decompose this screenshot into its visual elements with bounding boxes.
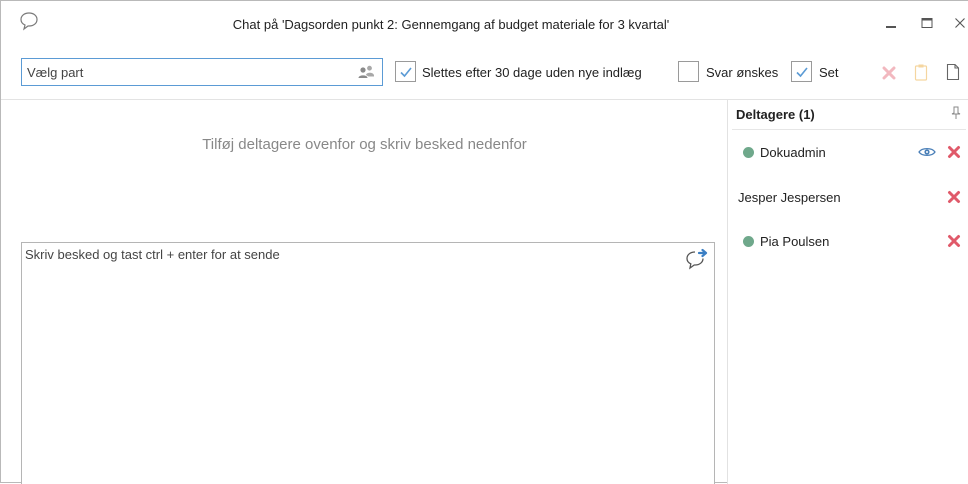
document-icon[interactable] bbox=[945, 63, 961, 81]
minimize-icon bbox=[886, 26, 896, 28]
reply-wanted-label: Svar ønskes bbox=[706, 65, 779, 80]
minimize-button[interactable] bbox=[877, 11, 905, 35]
participant-row[interactable]: Jesper Jespersen bbox=[728, 187, 968, 211]
participant-name: Pia Poulsen bbox=[760, 234, 830, 249]
eye-icon bbox=[918, 147, 936, 157]
people-icon[interactable] bbox=[356, 64, 376, 80]
participant-row[interactable]: Dokuadmin bbox=[728, 142, 968, 166]
online-status-icon bbox=[743, 147, 754, 158]
window-title: Chat på 'Dagsorden punkt 2: Gennemgang a… bbox=[232, 17, 670, 32]
empty-hint: Tilføj deltagere ovenfor og skriv besked… bbox=[202, 136, 527, 153]
remove-participant-icon[interactable] bbox=[946, 233, 962, 249]
message-box[interactable] bbox=[21, 242, 715, 484]
checkmark-icon bbox=[399, 66, 412, 77]
message-input[interactable] bbox=[25, 247, 675, 467]
maximize-icon bbox=[921, 18, 933, 28]
close-icon bbox=[955, 18, 965, 28]
participants-panel: Deltagere (1) Dokuadmin Jesper Jespersen bbox=[727, 100, 968, 484]
clipboard-icon[interactable] bbox=[913, 63, 929, 81]
reply-wanted-checkbox[interactable] bbox=[678, 61, 699, 82]
party-input[interactable] bbox=[27, 59, 347, 85]
close-button[interactable] bbox=[949, 11, 968, 35]
delete-after-label: Slettes efter 30 dage uden nye indlæg bbox=[422, 65, 642, 80]
panel-divider bbox=[732, 129, 966, 130]
participant-name: Dokuadmin bbox=[760, 145, 826, 160]
chat-window: Chat på 'Dagsorden punkt 2: Gennemgang a… bbox=[0, 0, 968, 484]
seen-checkbox[interactable] bbox=[791, 61, 812, 82]
party-select[interactable] bbox=[21, 58, 383, 86]
delete-icon[interactable] bbox=[881, 63, 897, 81]
participant-name: Jesper Jespersen bbox=[738, 190, 841, 205]
maximize-button[interactable] bbox=[913, 11, 941, 35]
online-status-icon bbox=[743, 236, 754, 247]
remove-participant-icon[interactable] bbox=[946, 189, 962, 205]
remove-participant-icon[interactable] bbox=[946, 144, 962, 160]
seen-label: Set bbox=[819, 65, 839, 80]
title-bar: Chat på 'Dagsorden punkt 2: Gennemgang a… bbox=[1, 1, 968, 45]
send-message-icon[interactable] bbox=[685, 247, 711, 271]
delete-after-checkbox[interactable] bbox=[395, 61, 416, 82]
participant-row[interactable]: Pia Poulsen bbox=[728, 231, 968, 255]
toolbar: Slettes efter 30 dage uden nye indlæg Sv… bbox=[1, 53, 968, 89]
pin-icon[interactable] bbox=[950, 106, 962, 120]
checkmark-icon bbox=[795, 66, 808, 77]
participants-header: Deltagere (1) bbox=[736, 107, 815, 122]
